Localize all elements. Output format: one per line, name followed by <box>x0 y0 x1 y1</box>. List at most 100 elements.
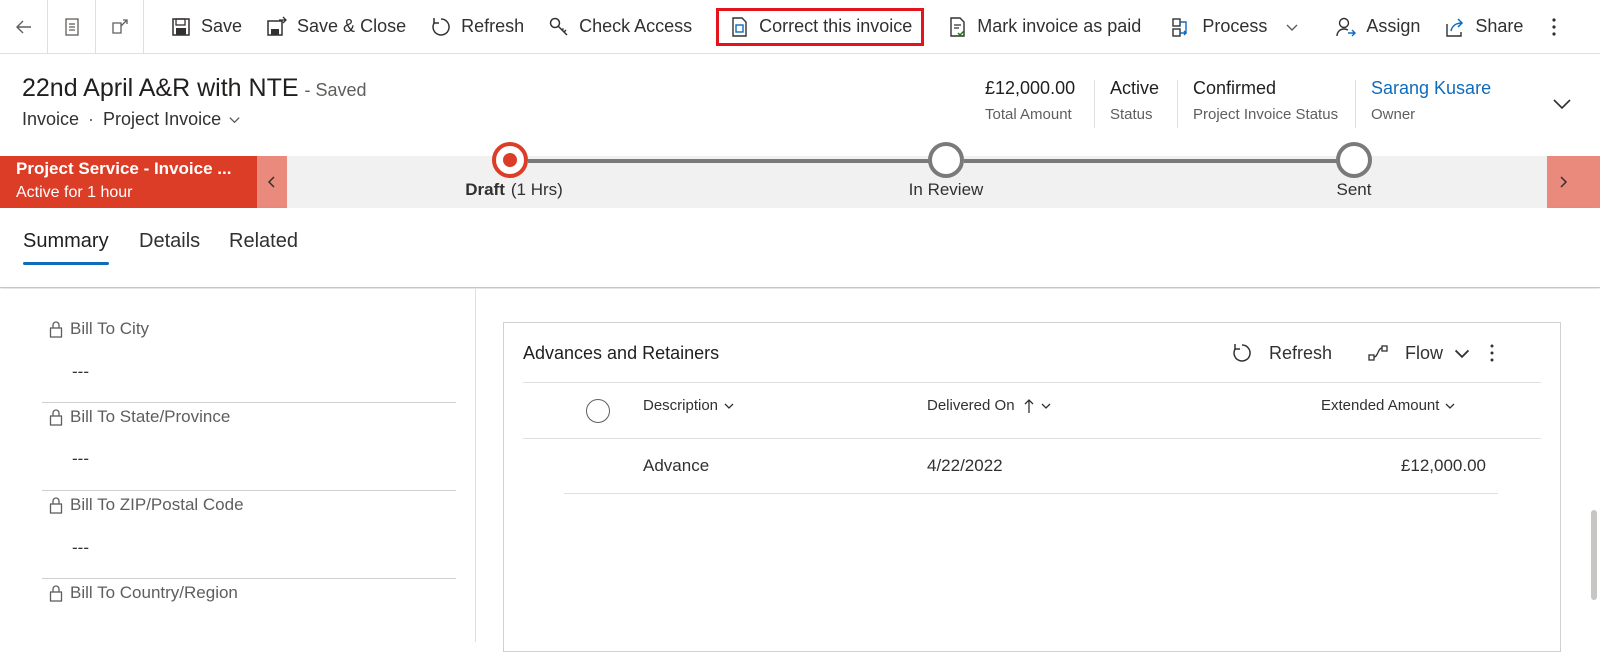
chevron-down-icon[interactable] <box>228 113 241 126</box>
more-commands-button[interactable] <box>1539 8 1569 46</box>
back-arrow-icon <box>15 20 31 33</box>
column-header-extended-amount[interactable]: Extended Amount <box>1321 397 1456 414</box>
bpf-stage-in-review-node[interactable] <box>928 142 964 178</box>
process-icon <box>1171 16 1193 38</box>
column-header-description[interactable]: Description <box>643 397 735 414</box>
form-view-button[interactable] <box>48 0 96 54</box>
cell-delivered-on: 4/22/2022 <box>927 456 1003 475</box>
key-icon <box>548 16 570 38</box>
bpf-stage-in-review[interactable]: In Review <box>909 180 984 200</box>
business-process-flow: Project Service - Invoice ... Active for… <box>0 142 1600 208</box>
open-new-window-button[interactable] <box>96 0 144 54</box>
field-value[interactable]: --- <box>72 538 89 558</box>
bpf-stage-sent[interactable]: Sent <box>1337 180 1372 200</box>
correct-invoice-button[interactable]: Correct this invoice <box>716 7 925 46</box>
owner-link[interactable]: Sarang Kusare <box>1371 78 1491 99</box>
subgrid-title: Advances and Retainers <box>523 343 720 363</box>
header-divider <box>1094 80 1095 128</box>
flow-icon <box>1368 345 1388 361</box>
separator-dot: · <box>88 109 95 129</box>
field-bill-to-state: Bill To State/Province --- <box>42 403 456 491</box>
field-label-text: Bill To Country/Region <box>70 583 238 602</box>
table-row[interactable]: Advance 4/22/2022 £12,000.00 <box>564 439 1498 494</box>
bpf-stage-draft-node[interactable] <box>492 142 528 178</box>
entity-name: Invoice <box>22 109 80 129</box>
form-selector: Invoice · Project Invoice <box>22 109 241 130</box>
header-field-total-amount: £12,000.00 Total Amount <box>985 78 1075 123</box>
bpf-connector <box>528 159 946 163</box>
subgrid-divider <box>523 382 1541 383</box>
field-label-text: Bill To State/Province <box>70 407 231 426</box>
tab-summary[interactable]: Summary <box>23 230 109 265</box>
chevron-right-icon <box>1560 176 1568 188</box>
mark-paid-button[interactable]: Mark invoice as paid <box>934 8 1153 46</box>
back-button[interactable] <box>0 0 48 54</box>
bpf-previous-button[interactable] <box>257 156 287 208</box>
form-name[interactable]: Project Invoice <box>103 109 221 130</box>
chevron-down-icon <box>1445 403 1455 409</box>
bpf-next-button[interactable] <box>1547 156 1600 208</box>
advances-retainers-subgrid: Advances and Retainers Refresh Flow Desc… <box>503 322 1561 652</box>
save-close-button[interactable]: Save & Close <box>254 8 418 46</box>
record-header: 22nd April A&R with NTE - Saved Invoice ·… <box>0 54 1600 156</box>
check-access-button[interactable]: Check Access <box>536 8 704 46</box>
invoice-status-value: Confirmed <box>1193 78 1277 98</box>
process-button[interactable]: Process <box>1159 8 1311 46</box>
field-bill-to-city: Bill To City --- <box>42 315 456 403</box>
header-field-owner: Sarang Kusare Owner <box>1371 78 1491 123</box>
field-label: Bill To ZIP/Postal Code <box>48 495 244 515</box>
bpf-stage-name: Sent <box>1336 180 1372 199</box>
column-header-label: Description <box>643 397 719 414</box>
refresh-icon <box>430 16 452 38</box>
owner-label: Owner <box>1371 106 1416 123</box>
share-icon <box>1444 16 1466 38</box>
mark-paid-label: Mark invoice as paid <box>977 16 1142 36</box>
column-header-delivered-on[interactable]: Delivered On <box>927 397 1052 414</box>
save-icon <box>170 16 192 38</box>
field-label: Bill To City <box>48 319 149 339</box>
command-bar: Save Save & Close Refresh Check Access C… <box>0 0 1600 54</box>
assign-button[interactable]: Assign <box>1323 8 1432 46</box>
scrollbar-thumb[interactable] <box>1591 510 1597 600</box>
bpf-process-label[interactable]: Project Service - Invoice ... Active for… <box>0 156 262 208</box>
field-label: Bill To Country/Region <box>48 583 238 603</box>
bpf-stage-sent-node[interactable] <box>1336 142 1372 178</box>
share-button[interactable]: Share <box>1432 8 1535 46</box>
tab-related[interactable]: Related <box>229 230 298 253</box>
field-label-text: Bill To City <box>70 319 150 338</box>
form-content: Bill To City --- Bill To State/Province … <box>0 289 1600 652</box>
cell-description: Advance <box>643 456 710 475</box>
field-value[interactable]: --- <box>72 449 89 469</box>
bpf-stage-duration: (1 Hrs) <box>510 180 563 199</box>
header-field-invoice-status: Confirmed Project Invoice Status <box>1193 78 1338 123</box>
bpf-active-duration: Active for 1 hour <box>16 184 133 201</box>
subgrid-more-button[interactable] <box>1489 337 1495 369</box>
refresh-button[interactable]: Refresh <box>418 8 536 46</box>
select-all-checkbox[interactable] <box>586 399 610 423</box>
field-bill-to-zip: Bill To ZIP/Postal Code --- <box>42 491 456 579</box>
header-divider <box>1355 80 1356 128</box>
bpf-stage-draft[interactable]: Draft (1 Hrs) <box>465 180 563 200</box>
save-close-label: Save & Close <box>297 16 407 36</box>
subgrid-flow-label: Flow <box>1405 342 1444 363</box>
chevron-down-icon <box>1286 24 1298 31</box>
field-value[interactable]: --- <box>72 362 89 382</box>
bpf-connector <box>964 159 1354 163</box>
bpf-stage-name: Draft <box>465 180 505 199</box>
subgrid-refresh-button[interactable]: Refresh <box>1231 337 1332 369</box>
save-button[interactable]: Save <box>158 8 254 46</box>
assign-label: Assign <box>1366 16 1421 36</box>
column-header-label: Extended Amount <box>1321 397 1440 414</box>
status-label: Status <box>1110 106 1153 123</box>
status-value: Active <box>1110 78 1160 98</box>
form-icon <box>64 17 79 36</box>
subgrid-flow-button[interactable]: Flow <box>1367 337 1471 369</box>
share-label: Share <box>1475 16 1524 36</box>
tab-details[interactable]: Details <box>139 230 200 253</box>
assign-person-icon <box>1335 16 1357 38</box>
sort-ascending-icon <box>1024 398 1034 413</box>
header-expand-chevron-icon[interactable] <box>1550 92 1574 116</box>
save-state: - Saved <box>304 80 367 100</box>
chevron-left-icon <box>267 176 275 188</box>
chevron-down-icon <box>1454 349 1470 359</box>
